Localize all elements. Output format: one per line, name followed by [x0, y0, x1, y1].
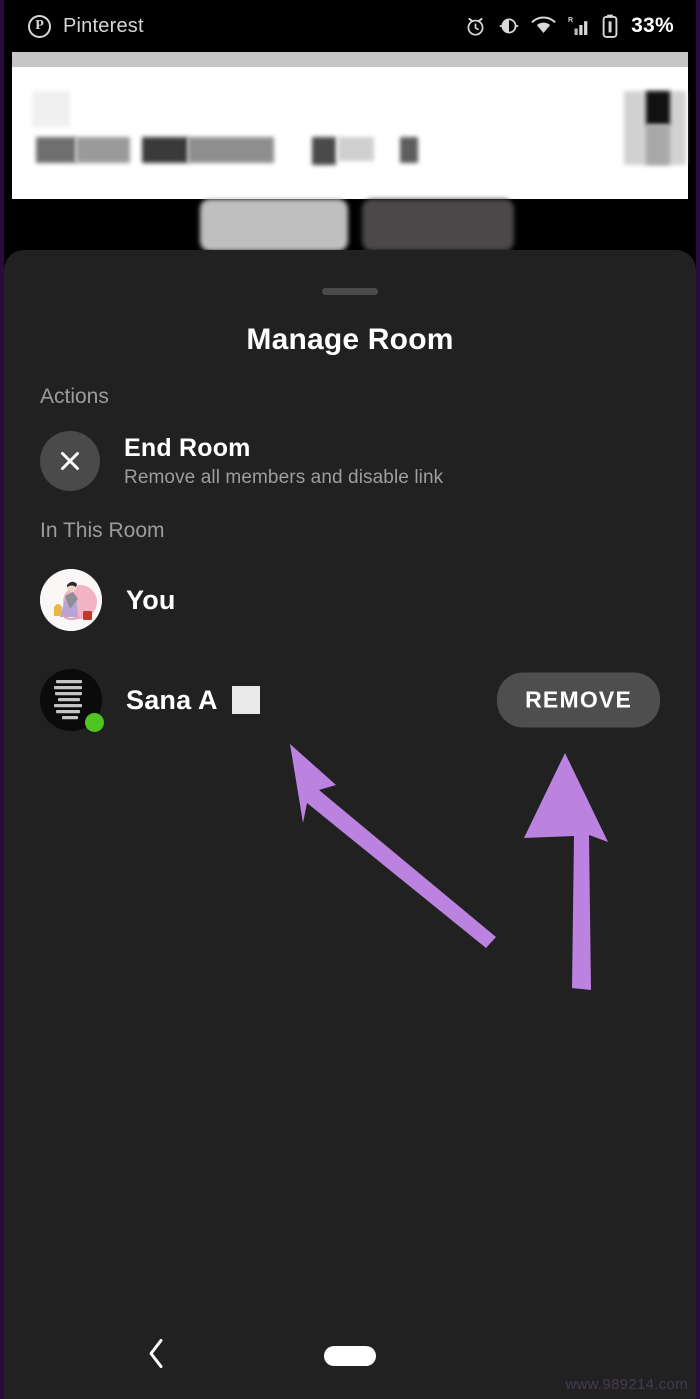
background-text-line-2: [76, 137, 130, 163]
svg-text:R: R: [568, 17, 573, 24]
background-placeholder-block: [32, 91, 70, 127]
end-room-subtitle: Remove all members and disable link: [124, 466, 444, 488]
alarm-clock-icon: [467, 17, 484, 36]
site-watermark: www.989214.com: [565, 1376, 688, 1393]
background-text-line-6: [338, 137, 374, 161]
avatar-wrapper-you: [40, 569, 102, 631]
status-bar-app-name: Pinterest: [63, 14, 144, 37]
pinterest-logo-icon: P: [28, 14, 51, 38]
background-thumbnail-row: [4, 199, 696, 251]
avatar-wrapper-sana: [40, 669, 104, 732]
online-status-dot: [85, 713, 104, 732]
battery-percentage: 33%: [631, 14, 674, 37]
remove-member-button[interactable]: REMOVE: [497, 672, 660, 728]
background-text-line-3: [142, 137, 188, 163]
sheet-title: Manage Room: [246, 323, 454, 356]
status-bar: P Pinterest R 33%: [4, 0, 696, 52]
status-bar-left: P Pinterest: [28, 14, 144, 38]
member-name-you: You: [126, 585, 176, 616]
member-name-text: You: [126, 584, 176, 615]
end-room-title: End Room: [124, 433, 251, 462]
background-text-line-4: [188, 137, 274, 163]
background-thumbnail-right-card: [362, 199, 514, 251]
manage-room-sheet: Manage Room Actions End Room Remove all …: [4, 250, 696, 1399]
pinterest-logo-glyph: P: [35, 18, 44, 33]
status-bar-right: R 33%: [464, 14, 674, 38]
close-x-icon: [40, 431, 100, 491]
redaction-block: [231, 686, 260, 714]
actions-section-label: Actions: [40, 385, 109, 408]
sheet-drag-handle[interactable]: [322, 288, 378, 295]
member-row-sana[interactable]: Sana A REMOVE: [4, 669, 696, 732]
background-app-content: [4, 52, 696, 251]
background-thumbnail-right-inner2: [646, 125, 670, 165]
end-room-text-group: End Room Remove all members and disable …: [124, 434, 443, 489]
background-thumbnail-left: [200, 199, 348, 251]
battery-icon: [602, 14, 618, 38]
member-name-text: Sana A: [126, 684, 218, 715]
home-indicator-pill[interactable]: [324, 1346, 376, 1366]
member-name-sana: Sana A: [126, 685, 260, 716]
end-room-action-row[interactable]: End Room Remove all members and disable …: [4, 431, 696, 491]
background-text-line-7: [400, 137, 418, 163]
back-chevron-icon[interactable]: [144, 1337, 170, 1376]
background-gray-band: [12, 52, 688, 67]
background-white-card: [12, 67, 688, 199]
background-text-line-1: [36, 137, 76, 163]
background-text-line-5: [312, 137, 336, 165]
brightness-contrast-icon: [499, 18, 519, 34]
in-this-room-section-label: In This Room: [40, 519, 165, 542]
member-row-you[interactable]: You: [4, 569, 696, 631]
wifi-icon: [531, 16, 556, 34]
cellular-signal-roaming-icon: R: [568, 17, 588, 35]
user-illustration-avatar: [40, 569, 102, 631]
phone-screen: P Pinterest R 33% Manage Room Actions En…: [0, 0, 700, 1399]
background-thumbnail-right-inner: [646, 91, 670, 125]
